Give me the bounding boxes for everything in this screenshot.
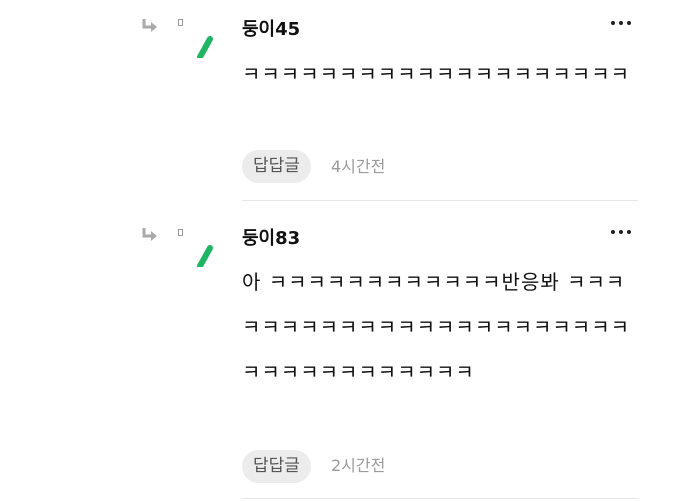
reply-button[interactable]: 답답글 [242,150,311,183]
comment-nickname: 둥이83 [242,228,301,249]
green-pen-icon [197,36,213,58]
comment-text: ㅋㅋㅋㅋㅋㅋㅋㅋㅋㅋㅋㅋㅋㅋㅋㅋㅋㅋㅋㅋ [242,62,630,86]
comment-text: 아 ㅋㅋㅋㅋㅋㅋㅋㅋㅋㅋㅋㅋ반응봐 ㅋㅋㅋㅋㅋㅋㅋㅋㅋㅋㅋㅋㅋㅋㅋㅋㅋㅋㅋㅋㅋㅋ… [242,270,630,384]
comment-time: 4시간전 [331,157,386,176]
image-placeholder-icon [178,229,183,236]
more-dots-icon [611,230,615,234]
reply-arrow-icon [142,19,157,32]
more-options-button[interactable] [606,225,636,239]
image-placeholder-icon [178,19,183,26]
comment-time: 2시간전 [331,456,386,475]
reply-arrow-icon [142,228,157,241]
comment-divider [242,498,638,499]
more-dots-icon [611,21,615,25]
more-options-button[interactable] [606,16,636,30]
green-pen-icon [197,245,213,267]
comment-divider [242,200,638,201]
comment-nickname: 둥이45 [242,19,301,40]
reply-button[interactable]: 답답글 [242,450,311,483]
